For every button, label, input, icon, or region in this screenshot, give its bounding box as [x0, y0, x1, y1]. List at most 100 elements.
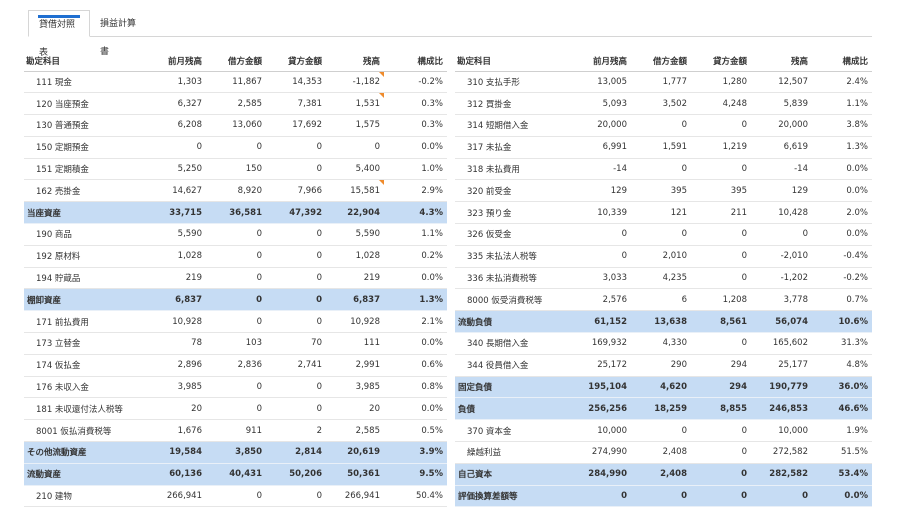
subtotal-row[interactable]: 評価換算差額等 0 0 0 0 0.0% [455, 485, 872, 507]
account-name-cell: 318 未払費用 [455, 158, 569, 181]
column-header-prev-balance: 前月残高 [569, 51, 631, 72]
ratio-cell: 0.0% [812, 179, 872, 203]
table-row[interactable]: 320 前受金 129 395 395 129 0.0% [455, 179, 872, 203]
table-row[interactable]: 310 支払手形 13,005 1,777 1,280 12,507 2.4% [455, 71, 872, 94]
table-row[interactable]: 370 資本金 10,000 0 0 10,000 1.9% [455, 419, 872, 443]
account-name-cell: 120 当座預金 [24, 92, 144, 116]
debit-cell: 8,920 [206, 179, 266, 203]
balance-cell: 6,619 [751, 136, 812, 159]
debit-cell: 6 [631, 288, 691, 312]
account-name-cell: 自己資本 [455, 463, 569, 486]
table-row[interactable]: 314 短期借入金 20,000 0 0 20,000 3.8% [455, 114, 872, 137]
table-row[interactable]: 120 当座預金 6,327 2,585 7,381 1,531 0.3% [24, 92, 447, 116]
debit-cell: 290 [631, 354, 691, 377]
prev-balance-cell: 0 [569, 485, 631, 507]
balance-cell: 10,428 [751, 201, 812, 225]
ratio-cell: 0.0% [384, 267, 447, 290]
table-row[interactable]: 171 前払費用 10,928 0 0 10,928 2.1% [24, 310, 447, 334]
subtotal-row[interactable]: その他流動資産 19,584 3,850 2,814 20,619 3.9% [24, 441, 447, 464]
account-name-cell: 130 普通預金 [24, 114, 144, 137]
ratio-cell: 10.6% [812, 310, 872, 334]
assets-table: 勘定科目 前月残高 借方金額 貸方金額 残高 構成比 111 現金 1,303 11… [24, 51, 447, 507]
debit-cell: 395 [631, 179, 691, 203]
table-row[interactable]: 8001 仮払消費税等 1,676 911 2 2,585 0.5% [24, 419, 447, 443]
table-row[interactable]: 336 未払消費税等 3,033 4,235 0 -1,202 -0.2% [455, 267, 872, 290]
ratio-cell: 0.0% [384, 397, 447, 421]
credit-cell: 211 [691, 201, 751, 225]
balance-cell: 20,619 [326, 441, 384, 464]
table-row[interactable]: 323 預り金 10,339 121 211 10,428 2.0% [455, 201, 872, 225]
credit-cell: 0 [691, 419, 751, 443]
debit-cell: 1,777 [631, 71, 691, 94]
credit-cell: 0 [691, 158, 751, 181]
table-row[interactable]: 340 長期借入金 169,932 4,330 0 165,602 31.3% [455, 332, 872, 355]
table-row[interactable]: 210 建物 266,941 0 0 266,941 50.4% [24, 485, 447, 507]
subtotal-row[interactable]: 負債 256,256 18,259 8,855 246,853 46.6% [455, 397, 872, 421]
table-row[interactable]: 173 立替金 78 103 70 111 0.0% [24, 332, 447, 355]
table-row[interactable]: 174 仮払金 2,896 2,836 2,741 2,991 0.6% [24, 354, 447, 377]
table-row[interactable]: 317 未払金 6,991 1,591 1,219 6,619 1.3% [455, 136, 872, 159]
table-row[interactable]: 繰越利益 274,990 2,408 0 272,582 51.5% [455, 441, 872, 464]
table-row[interactable]: 335 未払法人税等 0 2,010 0 -2,010 -0.4% [455, 245, 872, 268]
table-row[interactable]: 344 役員借入金 25,172 290 294 25,177 4.8% [455, 354, 872, 377]
balance-cell: 20 [326, 397, 384, 421]
credit-cell: 4,248 [691, 92, 751, 116]
ratio-cell: 1.9% [812, 419, 872, 443]
balance-cell: 12,507 [751, 71, 812, 94]
table-row[interactable]: 312 買掛金 5,093 3,502 4,248 5,839 1.1% [455, 92, 872, 116]
table-row[interactable]: 130 普通預金 6,208 13,060 17,692 1,575 0.3% [24, 114, 447, 137]
credit-cell: 8,855 [691, 397, 751, 421]
table-row[interactable]: 150 定期預金 0 0 0 0 0.0% [24, 136, 447, 159]
account-name-cell: 評価換算差額等 [455, 485, 569, 507]
debit-cell: 2,408 [631, 441, 691, 464]
subtotal-row[interactable]: 自己資本 284,990 2,408 0 282,582 53.4% [455, 463, 872, 486]
account-name-cell: 固定負債 [455, 376, 569, 399]
account-name-cell: 317 未払金 [455, 136, 569, 159]
subtotal-row[interactable]: 固定負債 195,104 4,620 294 190,779 36.0% [455, 376, 872, 399]
prev-balance-cell: 2,576 [569, 288, 631, 312]
subtotal-row[interactable]: 流動資産 60,136 40,431 50,206 50,361 9.5% [24, 463, 447, 486]
subtotal-row[interactable]: 流動負債 61,152 13,638 8,561 56,074 10.6% [455, 310, 872, 334]
table-row[interactable]: 194 貯蔵品 219 0 0 219 0.0% [24, 267, 447, 290]
table-row[interactable]: 181 未収還付法人税等 20 0 0 20 0.0% [24, 397, 447, 421]
ratio-cell: 0.0% [812, 485, 872, 507]
table-row[interactable]: 151 定期積金 5,250 150 0 5,400 1.0% [24, 158, 447, 181]
account-name-cell: 173 立替金 [24, 332, 144, 355]
credit-cell: 0 [266, 223, 326, 246]
table-row[interactable]: 326 仮受金 0 0 0 0 0.0% [455, 223, 872, 246]
prev-balance-cell: 19,584 [144, 441, 206, 464]
balance-cell: 190,779 [751, 376, 812, 399]
balance-cell: 5,590 [326, 223, 384, 246]
debit-cell: 0 [631, 114, 691, 137]
ratio-cell: 1.1% [812, 92, 872, 116]
account-name-cell: 171 前払費用 [24, 310, 144, 334]
table-row[interactable]: 176 未収入金 3,985 0 0 3,985 0.8% [24, 376, 447, 399]
account-name-cell: 111 現金 [24, 71, 144, 94]
ratio-cell: 0.8% [384, 376, 447, 399]
debit-cell: 0 [206, 485, 266, 507]
table-row[interactable]: 190 商品 5,590 0 0 5,590 1.1% [24, 223, 447, 246]
account-name-cell: 162 売掛金 [24, 179, 144, 203]
table-row[interactable]: 192 原材料 1,028 0 0 1,028 0.2% [24, 245, 447, 268]
table-row[interactable]: 318 未払費用 -14 0 0 -14 0.0% [455, 158, 872, 181]
balance-cell: 0 [326, 136, 384, 159]
credit-cell: 0 [266, 288, 326, 312]
table-row[interactable]: 111 現金 1,303 11,867 14,353 -1,182 -0.2% [24, 71, 447, 94]
debit-cell: 36,581 [206, 201, 266, 225]
tab-income-statement[interactable]: 損益計算書 [90, 10, 154, 57]
debit-cell: 0 [206, 245, 266, 268]
balance-cell: 165,602 [751, 332, 812, 355]
table-row[interactable]: 162 売掛金 14,627 8,920 7,966 15,581 2.9% [24, 179, 447, 203]
table-row[interactable]: 8000 仮受消費税等 2,576 6 1,208 3,778 0.7% [455, 288, 872, 312]
tab-balance-sheet[interactable]: 貸借対照表 [28, 10, 90, 58]
table-header-row: 勘定科目 前月残高 借方金額 貸方金額 残高 構成比 [455, 51, 872, 72]
debit-cell: 18,259 [631, 397, 691, 421]
debit-cell: 4,620 [631, 376, 691, 399]
debit-cell: 0 [206, 223, 266, 246]
ratio-cell: -0.4% [812, 245, 872, 268]
subtotal-row[interactable]: 当座資産 33,715 36,581 47,392 22,904 4.3% [24, 201, 447, 225]
credit-cell: 0 [266, 397, 326, 421]
debit-cell: 0 [631, 485, 691, 507]
subtotal-row[interactable]: 棚卸資産 6,837 0 0 6,837 1.3% [24, 288, 447, 312]
balance-cell: 25,177 [751, 354, 812, 377]
